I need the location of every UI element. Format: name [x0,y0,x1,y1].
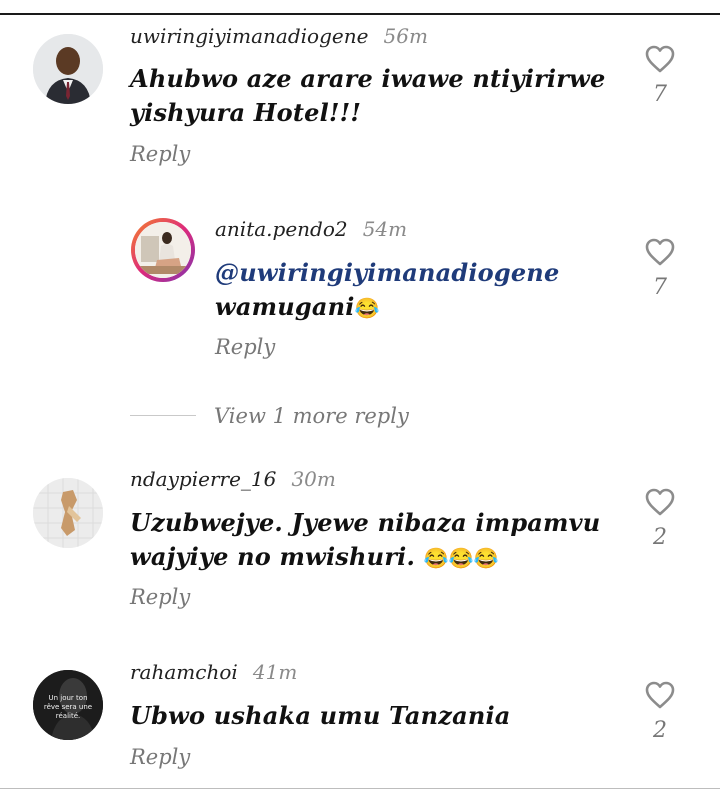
comment-meta: anita.pendo2 54m [215,217,407,241]
heart-outline-icon [645,45,675,73]
reply-button[interactable]: Reply [130,585,190,609]
comment-text: Ubwo ushaka umu Tanzania [130,699,511,733]
reply-button[interactable]: Reply [130,142,190,166]
like-button[interactable]: 2 [630,487,690,550]
laughing-emoji: 😂😂😂 [423,546,499,570]
heart-outline-icon [645,488,675,516]
timestamp: 41m [252,660,298,684]
comment-text-content: wajyiye no mwishuri. [130,542,416,571]
comment-text: Ahubwo aze arare iwawe ntiyirirwe yishyu… [130,62,605,130]
avatar-caption: Un jour ton rêve sera une réalité. [43,694,93,720]
comment-text-content: wamugani [215,292,355,321]
avatar[interactable] [33,34,103,104]
like-button[interactable]: 2 [630,680,690,743]
comment-text-line: wajyiye no mwishuri. 😂😂😂 [130,540,600,575]
like-button[interactable]: 7 [630,44,690,107]
timestamp: 56m [383,24,428,48]
like-button[interactable]: 7 [630,237,690,300]
like-count: 7 [653,82,667,107]
like-count: 2 [653,525,667,550]
comment-meta: rahamchoi 41m [130,660,297,684]
avatar[interactable] [131,218,195,282]
like-count: 7 [653,275,667,300]
laughing-emoji: 😂 [354,296,380,320]
bottom-divider [0,788,720,789]
username[interactable]: rahamchoi [130,660,238,684]
comment-text-line: Ahubwo aze arare iwawe ntiyirirwe [130,64,606,93]
reply-button[interactable]: Reply [130,745,190,769]
mention-link[interactable]: @uwiringiyimanadiogene [215,256,559,290]
avatar-photo [135,222,191,278]
username[interactable]: ndaypierre_16 [130,467,276,491]
comment-text-line: Ubwo ushaka umu Tanzania [130,701,511,730]
view-more-divider [130,415,196,416]
comment-text-line: Uzubwejye. Jyewe nibaza impamvu [130,508,601,537]
view-more-label[interactable]: View 1 more reply [214,404,409,428]
timestamp: 54m [362,217,408,241]
comment-text-line: wamugani😂 [215,290,559,325]
heart-outline-icon [645,238,675,266]
avatar[interactable] [33,478,103,548]
timestamp: 30m [291,467,336,491]
username[interactable]: anita.pendo2 [215,217,348,241]
comment-text: @uwiringiyimanadiogene wamugani😂 [215,256,559,325]
username[interactable]: uwiringiyimanadiogene [130,24,368,48]
like-count: 2 [653,718,667,743]
comment-meta: ndaypierre_16 30m [130,467,336,491]
comment-text-line: yishyura Hotel!!! [130,98,362,127]
heart-outline-icon [645,681,675,709]
comment-text: Uzubwejye. Jyewe nibaza impamvu wajyiye … [130,506,600,575]
avatar[interactable]: Un jour ton rêve sera une réalité. [33,670,103,740]
top-divider [0,13,720,15]
comment-meta: uwiringiyimanadiogene 56m [130,24,428,48]
reply-button[interactable]: Reply [215,335,275,359]
